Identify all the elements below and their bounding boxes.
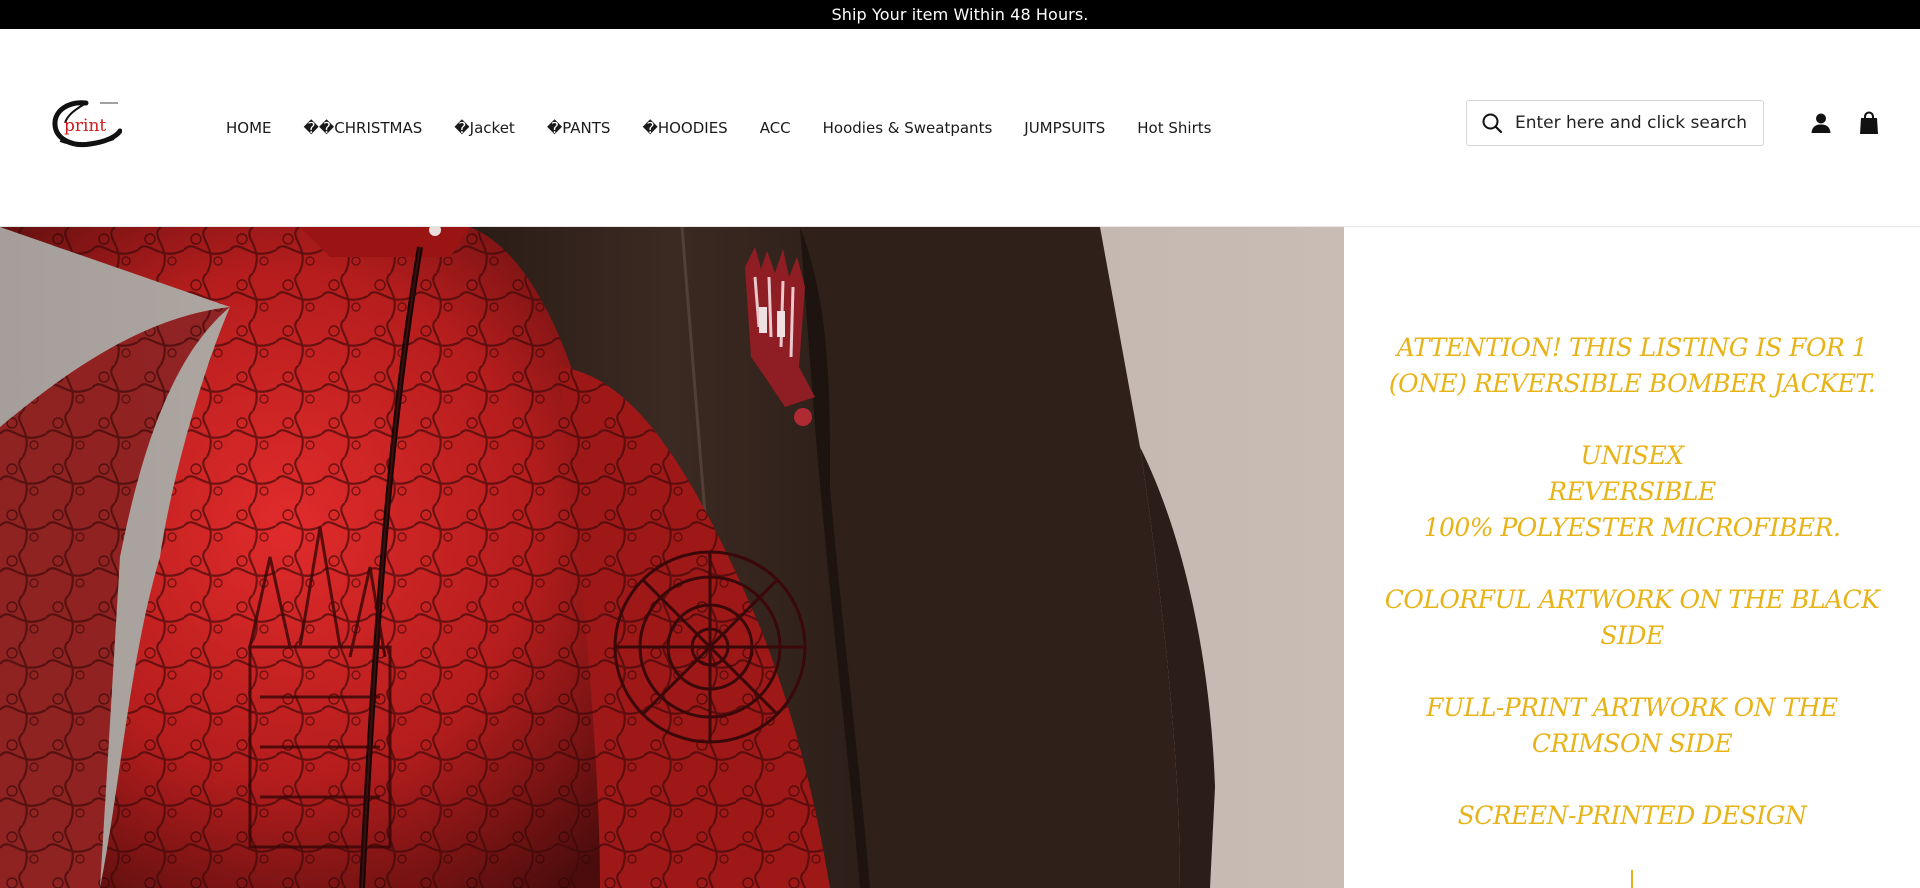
nav-item-hot-shirts[interactable]: Hot Shirts [1137,119,1211,137]
product-image[interactable] [0,227,1344,888]
description-specs: UNISEX REVERSIBLE 100% POLYESTER MICROFI… [1423,441,1841,542]
nav-item-jumpsuits[interactable]: JUMPSUITS [1024,119,1105,137]
nav-item-christmas[interactable]: ��CHRISTMAS [304,119,423,137]
main-nav: HOME ��CHRISTMAS �Jacket �PANTS �HOODIES… [226,113,1243,143]
text-cursor-divider [1631,870,1633,888]
search-icon[interactable] [1481,112,1503,134]
announcement-bar: Ship Your item Within 48 Hours. [0,0,1920,29]
search-box[interactable] [1466,100,1764,146]
site-logo[interactable]: print [50,97,123,149]
reversible-bomber-jacket-photo [0,227,1344,888]
nav-item-hoodies[interactable]: �HOODIES [642,119,727,137]
description-attention: ATTENTION! THIS LISTING IS FOR 1 (ONE) R… [1388,333,1876,398]
site-header: print HOME ��CHRISTMAS �Jacket �PANTS �H… [0,29,1920,227]
nav-item-hoodies-sweatpants[interactable]: Hoodies & Sweatpants [823,119,993,137]
announcement-text: Ship Your item Within 48 Hours. [831,5,1089,24]
search-input[interactable] [1515,113,1755,133]
product-description: ATTENTION! THIS LISTING IS FOR 1 (ONE) R… [1344,330,1920,870]
description-black-side: COLORFUL ARTWORK ON THE BLACK SIDE [1384,585,1880,650]
product-description-panel: ATTENTION! THIS LISTING IS FOR 1 (ONE) R… [1344,227,1920,888]
nav-item-acc[interactable]: ACC [760,119,791,137]
logo-text: print [64,116,106,136]
nav-item-pants[interactable]: �PANTS [547,119,611,137]
description-crimson-side: FULL-PRINT ARTWORK ON THE CRIMSON SIDE [1426,693,1838,758]
brush-circle-logo: print [52,100,123,148]
nav-item-home[interactable]: HOME [226,119,272,137]
user-icon[interactable] [1810,112,1832,134]
description-screen-printed: SCREEN-PRINTED DESIGN [1457,801,1807,830]
nav-item-jacket[interactable]: �Jacket [454,119,515,137]
shopping-bag-icon[interactable] [1859,111,1879,135]
